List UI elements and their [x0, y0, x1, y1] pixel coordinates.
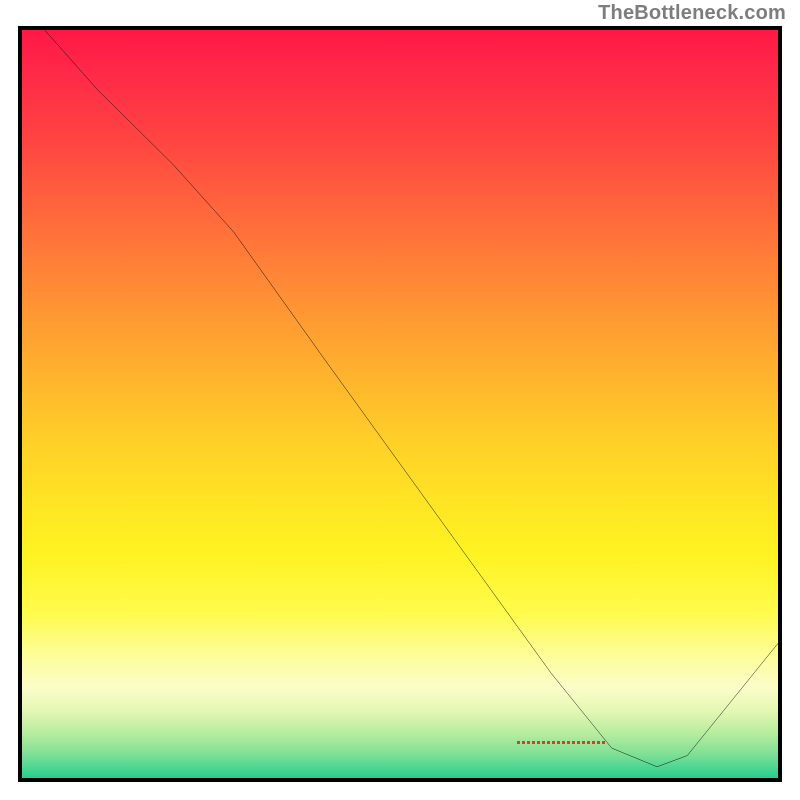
chart-line-layer — [22, 30, 778, 778]
chart-plot-area — [18, 26, 782, 782]
bottleneck-curve-line — [45, 30, 778, 767]
annotation-red-dotted-label — [517, 734, 627, 742]
watermark-text: TheBottleneck.com — [598, 2, 786, 25]
